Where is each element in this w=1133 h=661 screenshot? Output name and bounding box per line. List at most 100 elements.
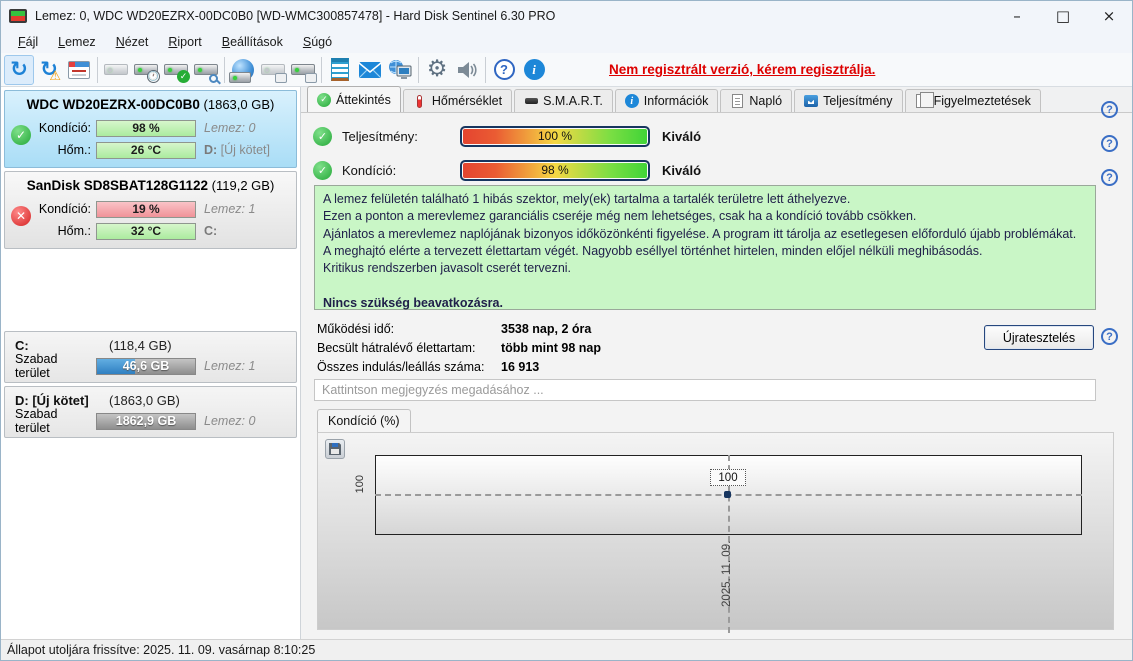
disk-item-wdc[interactable]: WDC WD20EZRX-00DC0B0 (1863,0 GB) ✓ Kondí… — [4, 90, 297, 168]
info-icon[interactable]: i — [519, 55, 549, 85]
partition-item-d[interactable]: D: [Új kötet] (1863,0 GB) Szabad terület… — [4, 386, 297, 438]
toolbar-separator — [97, 56, 98, 83]
free-space-label: Szabad terület — [15, 407, 58, 435]
register-link[interactable]: Nem regisztrált verzió, kérem regisztrál… — [609, 62, 875, 77]
check-icon: ✓ — [313, 126, 332, 146]
performance-row: ✓ Teljesítmény: 100 % Kiváló — [313, 125, 1132, 147]
title-bar: Lemez: 0, WDC WD20EZRX-00DC0B0 [WD-WMC30… — [1, 1, 1132, 31]
performance-bar: 100 % — [460, 125, 650, 147]
temperature-label: Hőm.: — [57, 143, 91, 157]
condition-bar: 19 % — [96, 200, 196, 218]
toolbar-separator — [321, 56, 322, 83]
menu-settings-hotkey: B — [221, 35, 231, 49]
condition-rating: Kiváló — [662, 162, 702, 178]
disk-clock-icon[interactable]: 🕐 — [131, 55, 161, 85]
settings-gear-icon[interactable]: ⚙ — [422, 55, 452, 85]
remote-monitor-icon[interactable] — [385, 55, 415, 85]
disk-slab-icon — [524, 94, 538, 108]
disk-check-icon[interactable]: ✓ — [161, 55, 191, 85]
close-button[interactable]: × — [1086, 1, 1132, 31]
menu-report-label: iport — [177, 35, 202, 49]
menu-disk-label: emez — [65, 35, 96, 49]
volume-drive: D: — [204, 143, 218, 157]
help-icon-retest[interactable]: ? — [1101, 328, 1118, 345]
condition-label: Kondíció: — [342, 162, 397, 178]
chart-tab-condition[interactable]: Kondíció (%) — [317, 409, 411, 432]
menu-file-label: ájl — [25, 35, 39, 49]
network-disk-icon[interactable] — [228, 55, 258, 85]
stat-value: 3538 nap, 2 óra — [501, 321, 592, 336]
menu-settings-label: eállítások — [230, 35, 283, 49]
partition-item-c[interactable]: C: (118,4 GB) Szabad terület 46,6 GB Lem… — [4, 331, 297, 383]
menu-view[interactable]: Nézet — [107, 33, 158, 51]
chart-data-point — [724, 491, 731, 498]
check-icon: ✓ — [317, 92, 331, 107]
retest-button[interactable]: Újratesztelés — [984, 325, 1094, 350]
menu-view-label: ézet — [124, 35, 149, 49]
menu-help-hotkey: S — [302, 35, 312, 49]
refresh-warning-icon[interactable]: ↻ ⚠ — [34, 55, 64, 85]
menu-file-hotkey: F — [18, 35, 26, 49]
help-icon[interactable]: ? — [489, 55, 519, 85]
menu-file[interactable]: Fájl — [9, 33, 47, 51]
tab-temperature[interactable]: Hőmérséklet — [402, 89, 513, 112]
disk-name: WDC WD20EZRX-00DC0B0 — [26, 97, 200, 112]
temperature-bar: 32 °C — [96, 222, 196, 240]
chart-icon — [804, 94, 819, 108]
help-icon-condition[interactable]: ? — [1101, 135, 1118, 152]
disk-offline-icon[interactable] — [101, 55, 131, 85]
volume-label: D: [Új kötet] — [204, 143, 270, 157]
condition-bar: 98 % — [460, 159, 650, 181]
disk-search-icon[interactable] — [191, 55, 221, 85]
main-content: ✓ Áttekintés Hőmérséklet S.M.A.R.T. i Info… — [301, 86, 1132, 639]
disk-plug-icon[interactable] — [288, 55, 318, 85]
tab-performance[interactable]: Teljesítmény — [794, 89, 903, 112]
message-line: Ajánlatos a merevlemez naplójának bizony… — [323, 226, 1077, 241]
disk-eject-icon[interactable] — [258, 55, 288, 85]
log-notepad-icon[interactable] — [325, 55, 355, 85]
check-icon: ✓ — [313, 160, 332, 180]
condition-bar: 98 % — [96, 119, 196, 137]
stat-label: Összes indulás/leállás száma: — [317, 359, 485, 374]
tab-information[interactable]: i Információk — [614, 89, 719, 112]
tab-label: Hőmérséklet — [431, 94, 503, 108]
tab-overview[interactable]: ✓ Áttekintés — [307, 86, 401, 112]
tab-label: Információk — [643, 94, 709, 108]
thermometer-icon — [413, 94, 427, 108]
menu-help-label: úgó — [311, 35, 333, 49]
volume-name: [Új kötet] — [217, 143, 270, 157]
message-line: A lemez felületén található 1 hibás szek… — [323, 192, 851, 206]
tab-label: Áttekintés — [336, 92, 391, 107]
maximize-button[interactable]: □ — [1040, 1, 1086, 31]
help-icon-message[interactable]: ? — [1101, 169, 1118, 186]
menu-report[interactable]: Riport — [159, 33, 210, 51]
hard-disk-sentinel-window: { "window": { "title": "Lemez: 0, WDC WD… — [0, 0, 1133, 661]
message-line: Ezen a ponton a merevlemez garanciális c… — [323, 209, 917, 224]
comment-input[interactable] — [314, 379, 1096, 401]
tab-log[interactable]: Napló — [720, 89, 793, 112]
tab-label: S.M.A.R.T. — [543, 94, 603, 108]
stat-label: Becsült hátralévő élettartam: — [317, 340, 476, 355]
disk-number-label: Lemez: 1 — [204, 202, 256, 216]
lifetime-stats: Működési idő: 3538 nap, 2 óra Becsült hát… — [317, 319, 601, 376]
toolbar-separator — [224, 56, 225, 83]
tab-smart[interactable]: S.M.A.R.T. — [514, 89, 613, 112]
minimize-button[interactable]: – — [994, 1, 1040, 31]
report-window-icon[interactable] — [64, 55, 94, 85]
sound-icon[interactable] — [452, 55, 482, 85]
volume-label: C: — [204, 224, 217, 238]
save-chart-icon[interactable] — [325, 439, 345, 459]
tab-alerts[interactable]: Figyelmeztetések — [904, 89, 1041, 112]
partition-name: D: [Új kötet] — [15, 392, 89, 408]
performance-label: Teljesítmény: — [342, 128, 418, 144]
refresh-icon[interactable]: ↻ — [4, 54, 34, 85]
partition-size: (1863,0 GB) — [109, 392, 180, 408]
message-line: Kritikus rendszerben javasolt cserét ter… — [323, 261, 572, 275]
mail-icon[interactable] — [355, 55, 385, 85]
menu-settings[interactable]: Beállítások — [213, 33, 292, 51]
help-icon-performance[interactable]: ? — [1101, 101, 1118, 118]
disk-item-sandisk[interactable]: SanDisk SD8SBAT128G1122 (119,2 GB) ✕ Kon… — [4, 171, 297, 249]
menu-help[interactable]: Súgó — [294, 33, 341, 51]
menu-disk[interactable]: Lemez — [49, 33, 105, 51]
